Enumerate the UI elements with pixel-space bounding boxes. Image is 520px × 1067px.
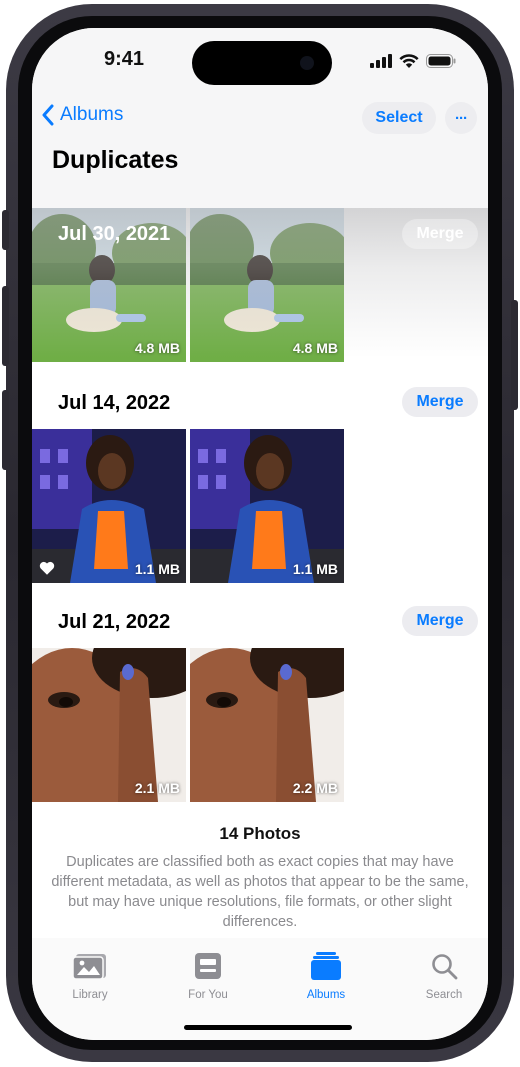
chevron-left-icon <box>42 104 54 126</box>
group-date: Jul 30, 2021 <box>58 223 171 245</box>
volume-up-button <box>2 286 9 366</box>
ellipsis-icon: ··· <box>455 109 468 127</box>
wifi-icon <box>399 53 419 68</box>
photo-thumbnail[interactable]: 4.8 MB <box>190 208 344 362</box>
tab-label: Search <box>425 989 463 1001</box>
action-button <box>2 210 9 250</box>
file-size-label: 1.1 MB <box>134 561 180 577</box>
file-size-label: 4.8 MB <box>292 340 338 356</box>
photo-thumbnail[interactable]: 1.1 MB <box>32 429 186 583</box>
albums-icon <box>311 952 341 980</box>
camera-icon <box>300 56 314 70</box>
tab-albums[interactable]: Albums <box>276 952 376 1001</box>
group-date: Jul 21, 2022 <box>58 611 171 633</box>
merge-button[interactable]: Merge <box>402 606 478 636</box>
photo-image <box>190 208 344 362</box>
tab-label: Library <box>72 989 108 1001</box>
tab-label: For You <box>188 989 228 1001</box>
duplicates-description: Duplicates are classified both as exact … <box>51 854 469 930</box>
photo-count: 14 Photos <box>219 824 301 843</box>
for-you-icon <box>195 953 221 979</box>
photo-thumbnail[interactable]: 2.2 MB <box>190 648 344 802</box>
tab-bar: Library For You Albums Search <box>32 938 488 1040</box>
photo-image <box>190 648 344 802</box>
photo-thumbnail[interactable]: 1.1 MB <box>190 429 344 583</box>
more-button[interactable]: ··· <box>445 102 477 134</box>
search-icon <box>432 954 458 980</box>
file-size-label: 2.1 MB <box>134 780 180 796</box>
home-indicator <box>184 1025 352 1030</box>
tab-search[interactable]: Search <box>394 952 488 1001</box>
tab-label: Albums <box>306 989 346 1001</box>
volume-down-button <box>2 390 9 470</box>
page-title: Duplicates <box>52 146 179 174</box>
status-time: 9:41 <box>103 48 145 70</box>
tab-library[interactable]: Library <box>40 952 140 1001</box>
status-icons <box>370 52 456 70</box>
tab-for-you[interactable]: For You <box>158 952 258 1001</box>
merge-button[interactable]: Merge <box>402 219 478 249</box>
side-button <box>511 300 518 410</box>
battery-icon <box>426 54 456 68</box>
photo-image <box>32 648 186 802</box>
select-button[interactable]: Select <box>362 102 436 134</box>
screen: 4.8 MB 4.8 MB Jul 30, 2021 Merge 9:41 Al… <box>32 28 488 1040</box>
back-button[interactable]: Albums <box>42 104 123 126</box>
cellular-signal-icon <box>370 54 392 68</box>
merge-button[interactable]: Merge <box>402 387 478 417</box>
favorite-heart-icon <box>39 561 55 575</box>
file-size-label: 2.2 MB <box>292 780 338 796</box>
photo-image <box>190 429 344 583</box>
file-size-label: 4.8 MB <box>134 340 180 356</box>
dynamic-island <box>192 41 332 85</box>
back-label: Albums <box>60 104 124 125</box>
photo-thumbnail[interactable]: 2.1 MB <box>32 648 186 802</box>
file-size-label: 1.1 MB <box>292 561 338 577</box>
library-icon <box>72 954 106 980</box>
group-date: Jul 14, 2022 <box>58 392 171 414</box>
